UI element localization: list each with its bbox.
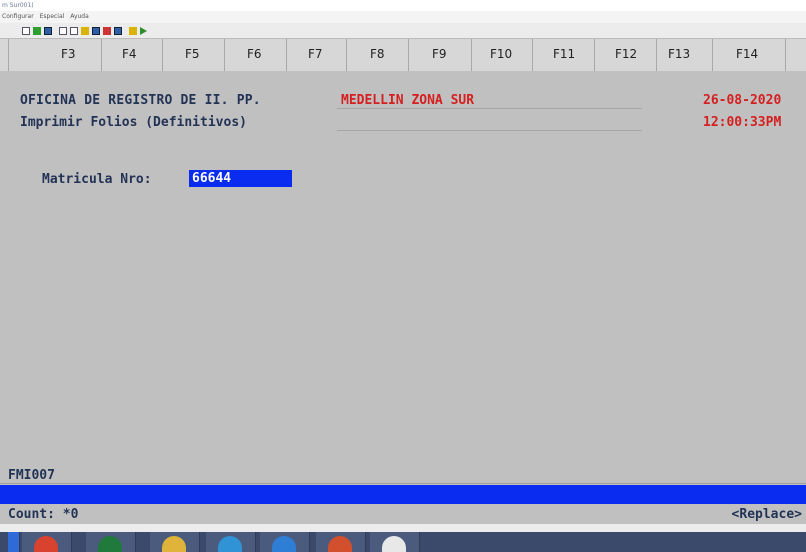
taskbar-app-office[interactable] [316,532,366,552]
window-bottom-border [0,524,806,532]
fkey-f11[interactable]: F11 [553,47,575,61]
function-key-bar: F3 F4 F5 F6 F7 F8 F9 F10 F11 F12 F13 F14 [0,38,806,73]
header-divider [337,130,642,131]
fkey-f9[interactable]: F9 [432,47,447,61]
fkey-f8[interactable]: F8 [370,47,385,61]
fkey-separator [162,39,163,72]
fkey-separator [408,39,409,72]
fkey-separator [224,39,225,72]
app-icon [382,536,406,552]
fkey-f12[interactable]: F12 [615,47,637,61]
fkey-separator [471,39,472,72]
image-icon[interactable] [44,26,52,35]
fkey-separator [656,39,657,72]
excel-icon [98,536,122,552]
record-count: Count: *0 [8,507,79,522]
edge-icon [218,536,242,552]
play-icon[interactable] [140,26,147,35]
taskbar-app-browser[interactable] [260,532,310,552]
fkey-f7[interactable]: F7 [308,47,323,61]
arrow-icon[interactable] [103,26,111,35]
header-divider [337,108,642,109]
fkey-separator [712,39,713,72]
taskbar [0,532,806,552]
pen-icon[interactable] [114,26,122,35]
start-icon[interactable] [8,532,20,552]
scissors-icon[interactable] [129,26,137,35]
screen-subtitle: Imprimir Folios (Definitivos) [20,115,247,130]
grid-icon[interactable] [92,26,100,35]
fkey-f5[interactable]: F5 [185,47,200,61]
fkey-separator [101,39,102,72]
terminal-screen: OFICINA DE REGISTRO DE II. PP. MEDELLIN … [0,71,806,481]
doc-icon[interactable] [22,26,30,35]
fkey-f13[interactable]: F13 [668,47,690,61]
fkey-separator [346,39,347,72]
fkey-separator [532,39,533,72]
date-label: 26-08-2020 [703,93,782,108]
message-bar [0,485,806,504]
menu-ayuda[interactable]: Ayuda [70,13,89,20]
fkey-separator [785,39,786,72]
taskbar-app-explorer[interactable] [150,532,200,552]
save-icon[interactable] [33,26,41,35]
form-code: FMI007 [8,468,55,483]
menu-configurar[interactable]: Configurar [2,13,34,20]
fkey-f4[interactable]: F4 [122,47,137,61]
menu-especial[interactable]: Especial [40,13,65,20]
taskbar-app-excel[interactable] [86,532,136,552]
folder-icon [162,536,186,552]
footer-divider [0,483,806,484]
matricula-label: Matricula Nro: [42,172,152,187]
fkey-separator [8,39,9,72]
status-bar: Count: *0 <Replace> [0,504,806,524]
fkey-separator [286,39,287,72]
fkey-f3[interactable]: F3 [61,47,76,61]
office-title: OFICINA DE REGISTRO DE II. PP. [20,93,261,108]
fkey-f14[interactable]: F14 [736,47,758,61]
taskbar-app-chrome[interactable] [22,532,72,552]
matricula-field[interactable]: 66644 [189,170,292,187]
menu-bar: Configurar Especial Ayuda [0,11,806,23]
window-titlebar: m Sur001) [0,0,806,11]
zone-label: MEDELLIN ZONA SUR [341,93,475,108]
browser-icon [272,536,296,552]
chrome-icon [34,536,58,552]
copy-icon[interactable] [59,26,67,35]
window-title: m Sur001) [2,2,34,9]
insert-mode-indicator: <Replace> [731,507,802,522]
office-icon [328,536,352,552]
taskbar-app-other[interactable] [370,532,420,552]
taskbar-app-edge[interactable] [206,532,256,552]
toolbar [0,23,806,38]
time-label: 12:00:33PM [703,115,782,130]
fkey-f10[interactable]: F10 [490,47,512,61]
paste-icon[interactable] [70,26,78,35]
fkey-separator [594,39,595,72]
pick-icon[interactable] [81,26,89,35]
fkey-f6[interactable]: F6 [247,47,262,61]
